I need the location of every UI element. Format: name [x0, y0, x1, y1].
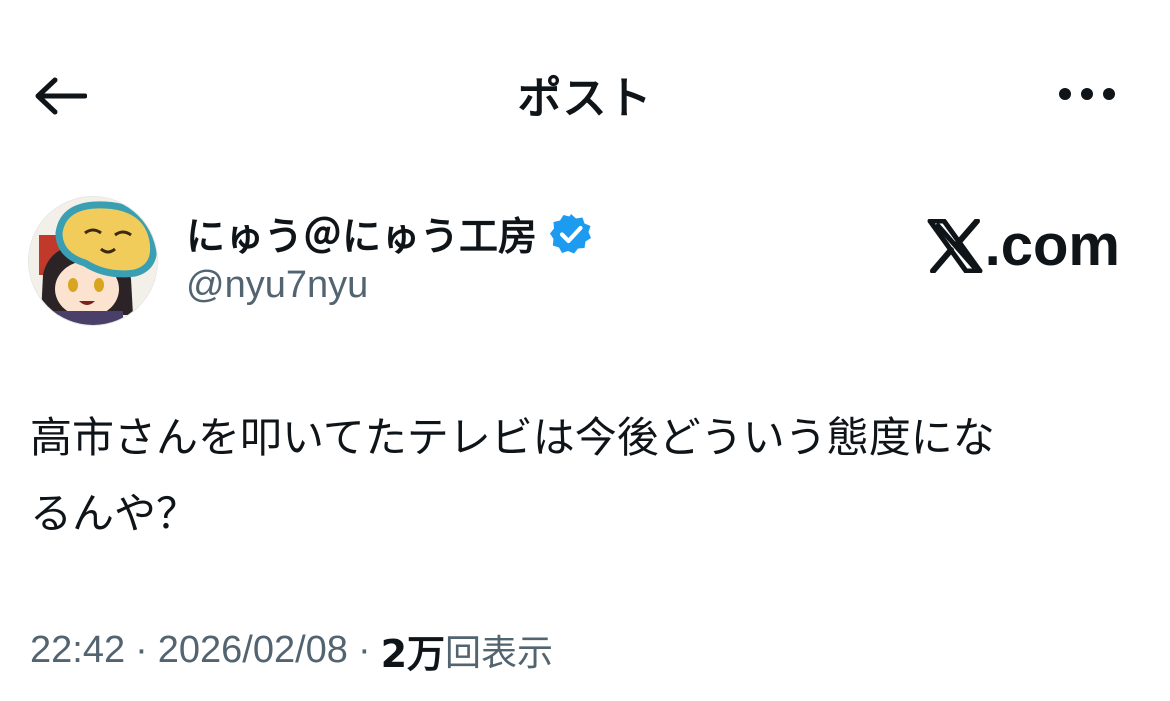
post-date[interactable]: 2026/02/08 — [158, 629, 348, 672]
page-title: ポスト — [517, 73, 653, 124]
post-body-text: 高市さんを叩いてたテレビは今後どういう態度にな るんや？ — [30, 413, 995, 538]
avatar[interactable] — [28, 196, 158, 326]
author-display-name: にゅう＠にゅう工房 — [186, 215, 538, 260]
back-button[interactable] — [30, 68, 90, 124]
author-handle[interactable]: @nyu7nyu — [186, 264, 368, 307]
post-time[interactable]: 22:42 — [30, 629, 125, 672]
arrow-left-icon — [35, 77, 87, 115]
avatar-image — [29, 197, 157, 325]
views-count[interactable]: 2万 — [381, 623, 445, 678]
meta-separator: · — [357, 628, 371, 671]
verified-badge-icon — [550, 214, 592, 254]
author-name-row[interactable]: にゅう＠にゅう工房 — [186, 206, 593, 262]
post-detail-page: ポスト にゅう＠にゅう工房 @nyu7nyu .com 高市さんを叩いてたテレビ… — [0, 0, 1170, 701]
watermark-text: .com — [984, 213, 1120, 278]
more-options-button[interactable] — [1052, 72, 1122, 116]
x-logo-icon — [927, 218, 983, 273]
top-bar: ポスト — [0, 0, 1170, 180]
more-horizontal-icon — [1059, 88, 1115, 100]
views-label: 回表示 — [445, 633, 554, 674]
meta-separator: · — [135, 628, 148, 671]
x-com-watermark: .com — [927, 212, 1120, 279]
post-meta: 22:42 · 2026/02/08 · 2万 回表示 — [30, 622, 553, 678]
